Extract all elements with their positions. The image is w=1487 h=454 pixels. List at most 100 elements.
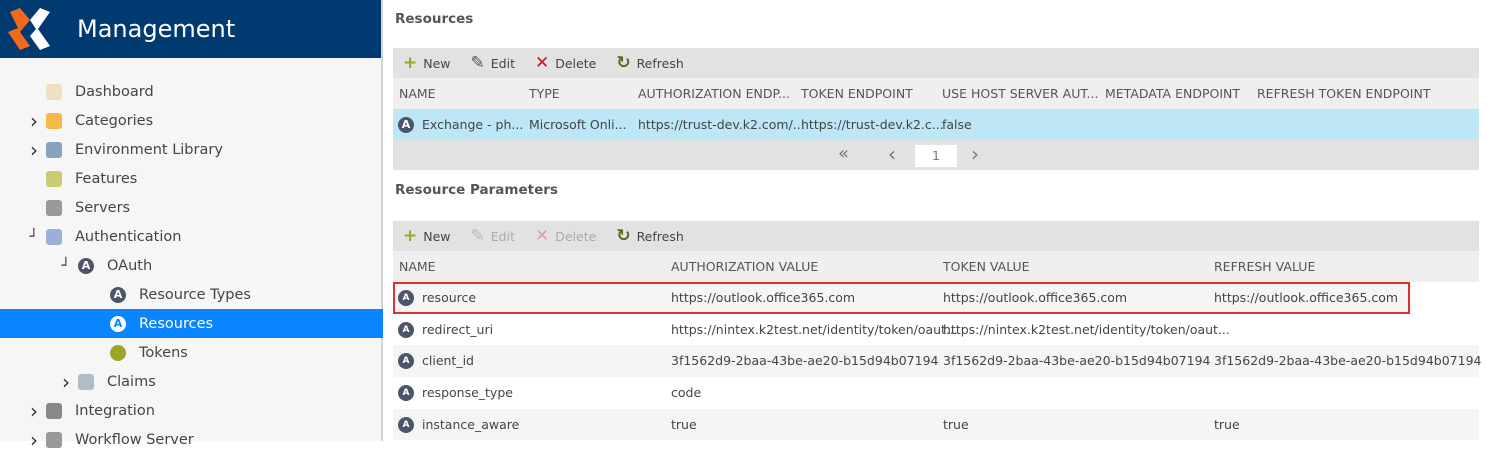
prev-page-button[interactable]: ‹ [888, 142, 896, 166]
delete-button[interactable]: ✕ Delete [535, 226, 596, 246]
sidebar-item-resources[interactable]: A Resources [0, 309, 383, 338]
edit-button[interactable]: ✎ Edit [471, 226, 515, 246]
sidebar-item-workflow-server[interactable]: › Workflow Server [0, 425, 383, 454]
next-page-button[interactable]: › [971, 142, 979, 166]
sidebar-item-integration[interactable]: › Integration [0, 396, 383, 425]
chevron-right-icon[interactable]: › [28, 399, 40, 423]
column-header[interactable]: METADATA ENDPOINT [1105, 86, 1240, 101]
column-header[interactable]: USE HOST SERVER AUT... [942, 86, 1098, 101]
sidebar-item-label: Dashboard [75, 83, 154, 100]
sidebar-item-label: Resources [139, 315, 214, 332]
sidebar-item-label: Servers [75, 199, 131, 216]
table-cell: Microsoft Onli... [529, 117, 627, 132]
plus-icon: + [403, 226, 418, 246]
edit-button[interactable]: ✎ Edit [471, 53, 515, 73]
chevron-right-icon[interactable]: › [60, 370, 72, 394]
sidebar: Management Dashboard › Categories › Environm… [0, 0, 383, 452]
pencil-icon: ✎ [470, 226, 485, 246]
app-header: Management [0, 0, 381, 58]
delete-icon: ✕ [534, 226, 550, 246]
sidebar-item-authentication[interactable]: ┘ Authentication [0, 222, 383, 251]
refresh-label: Refresh [636, 55, 684, 71]
table-cell: redirect_uri [422, 321, 494, 337]
page-number-input[interactable]: 1 [915, 145, 957, 167]
edit-label: Edit [490, 228, 515, 244]
table-row[interactable]: A Exchange - ph... Microsoft Onli... https:… [393, 109, 1479, 140]
table-cell: https://nintex.k2test.net/identity/token… [671, 321, 958, 337]
features-icon [46, 170, 62, 187]
table-row[interactable]: Aredirect_uri https://nintex.k2test.net/i… [393, 313, 1479, 346]
table-row[interactable]: Aclient_id 3f1562d9-2baa-43be-ae20-b15d94… [393, 345, 1482, 378]
parameter-icon: A [398, 385, 414, 402]
table-row[interactable]: Ainstance_aware true true true [393, 408, 1479, 441]
refresh-button[interactable]: ↻ Refresh [616, 53, 683, 73]
column-header[interactable]: TOKEN VALUE [943, 259, 1030, 274]
resource-icon: A [110, 315, 126, 332]
table-cell: true [671, 416, 697, 432]
refresh-label: Refresh [636, 228, 684, 244]
column-header[interactable]: REFRESH VALUE [1214, 259, 1315, 274]
folder-icon [46, 112, 62, 129]
table-cell: Exchange - ph... [422, 117, 524, 132]
table-cell: https://nintex.k2test.net/identity/token… [943, 321, 1230, 337]
resources-grid: + New ✎ Edit ✕ Delete ↻ Refresh NAME TYPE AUTH… [393, 48, 1479, 170]
sidebar-item-dashboard[interactable]: Dashboard [0, 77, 383, 106]
puzzle-icon [46, 402, 62, 419]
column-header[interactable]: AUTHORIZATION VALUE [671, 259, 818, 274]
new-button[interactable]: + New [403, 53, 451, 73]
dashboard-icon [46, 83, 62, 100]
token-icon [110, 344, 126, 361]
sidebar-item-tokens[interactable]: Tokens [0, 338, 383, 367]
edit-label: Edit [490, 55, 515, 71]
column-header[interactable]: TYPE [529, 86, 560, 101]
sidebar-item-environment-library[interactable]: › Environment Library [0, 135, 383, 164]
chevron-right-icon[interactable]: › [28, 428, 40, 452]
table-cell: https://trust-dev.k2.com/... [638, 117, 805, 132]
table-cell: https://outlook.office365.com [1214, 290, 1399, 305]
table-cell: client_id [422, 353, 474, 369]
table-row[interactable]: Aresource https://outlook.office365.com ht… [393, 282, 1410, 314]
first-page-button[interactable]: « [838, 143, 849, 164]
sidebar-item-label: Claims [107, 373, 156, 390]
main-content: Resources + New ✎ Edit ✕ Delete ↻ Refresh NA… [385, 0, 1487, 441]
column-header[interactable]: AUTHORIZATION ENDP... [638, 86, 790, 101]
collapse-icon[interactable]: ┘ [60, 258, 72, 274]
table-cell: resource [422, 290, 477, 305]
parameter-icon: A [398, 353, 414, 370]
sidebar-item-servers[interactable]: Servers [0, 193, 383, 222]
delete-label: Delete [555, 228, 597, 244]
column-header[interactable]: NAME [399, 259, 436, 274]
column-header[interactable]: REFRESH TOKEN ENDPOINT [1257, 86, 1430, 101]
parameters-header-row: NAME AUTHORIZATION VALUE TOKEN VALUE REFRES… [393, 251, 1479, 282]
column-header[interactable]: NAME [399, 86, 436, 101]
sidebar-item-features[interactable]: Features [0, 164, 383, 193]
refresh-button[interactable]: ↻ Refresh [616, 226, 683, 246]
app-title: Management [77, 15, 236, 43]
table-cell: instance_aware [422, 416, 520, 432]
table-cell: false [942, 117, 972, 132]
sidebar-item-oauth[interactable]: ┘ A OAuth [0, 251, 383, 280]
column-header[interactable]: TOKEN ENDPOINT [801, 86, 913, 101]
chevron-right-icon[interactable]: › [28, 138, 40, 162]
sidebar-item-claims[interactable]: › Claims [0, 367, 383, 396]
table-row[interactable]: Aresponse_type code [393, 377, 1479, 409]
parameters-toolbar: + New ✎ Edit ✕ Delete ↻ Refresh [393, 221, 1479, 251]
sidebar-item-categories[interactable]: › Categories [0, 106, 383, 135]
delete-button[interactable]: ✕ Delete [535, 53, 596, 73]
chevron-right-icon[interactable]: › [28, 109, 40, 133]
plus-icon: + [403, 53, 418, 73]
refresh-icon: ↻ [616, 53, 631, 73]
table-cell: response_type [422, 385, 513, 401]
delete-label: Delete [555, 55, 597, 71]
resources-toolbar: + New ✎ Edit ✕ Delete ↻ Refresh [393, 48, 1479, 78]
parameters-grid: + New ✎ Edit ✕ Delete ↻ Refresh NAME AUTHORIZ… [393, 221, 1482, 441]
library-icon [46, 141, 62, 158]
table-cell: https://outlook.office365.com [671, 290, 856, 305]
collapse-icon[interactable]: ┘ [28, 229, 40, 245]
pager: « ‹ 1 › [393, 140, 1479, 170]
table-cell: https://outlook.office365.com [943, 290, 1128, 305]
sidebar-item-resource-types[interactable]: A Resource Types [0, 280, 383, 309]
new-button[interactable]: + New [403, 226, 451, 246]
resources-title: Resources [395, 11, 474, 27]
table-cell: 3f1562d9-2baa-43be-ae20-b15d94b07194 [1214, 353, 1482, 369]
